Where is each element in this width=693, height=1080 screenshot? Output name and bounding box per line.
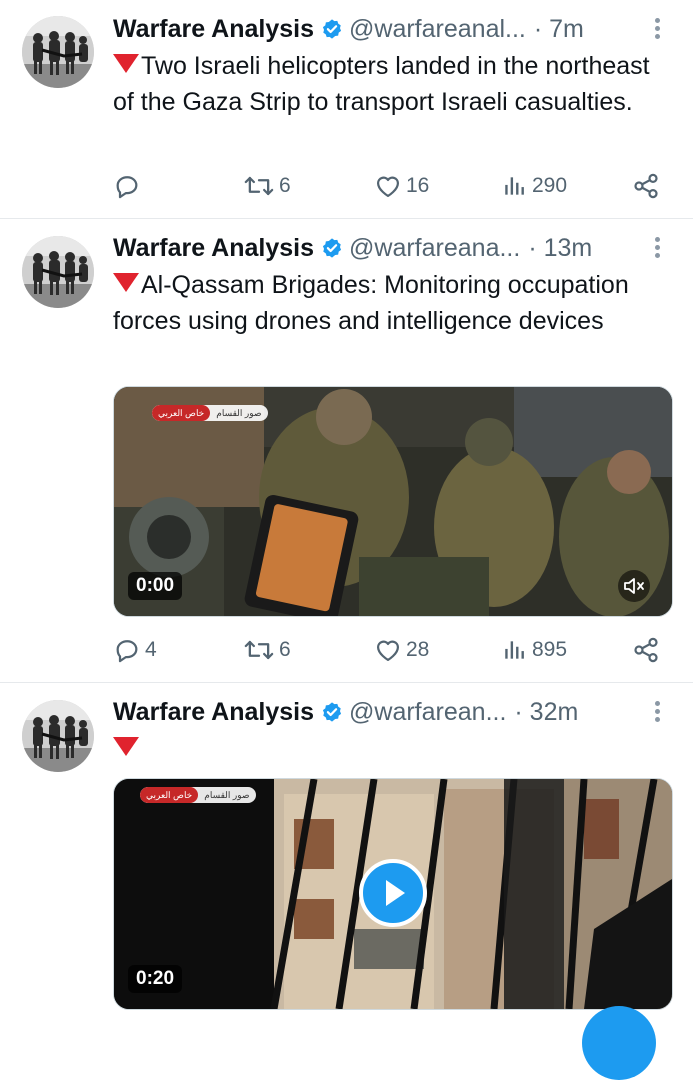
red-triangle-emoji: [113, 737, 139, 756]
author-name[interactable]: Warfare Analysis: [113, 15, 314, 44]
views-button[interactable]: 895: [502, 635, 567, 665]
watermark-text: صور القسام: [216, 407, 262, 418]
verified-badge-icon: [321, 18, 343, 40]
author-name[interactable]: Warfare Analysis: [113, 698, 314, 727]
tweet-text: [113, 731, 663, 767]
video-duration: 0:20: [128, 965, 183, 993]
tweet-text: Two Israeli helicopters landed in the no…: [113, 48, 663, 120]
views-count: 895: [532, 638, 568, 661]
muted-speaker-icon: [624, 578, 644, 594]
avatar[interactable]: [22, 16, 94, 88]
action-bar: 4 6 28 895: [113, 635, 673, 665]
mute-button[interactable]: [618, 570, 650, 602]
share-button[interactable]: [632, 635, 660, 665]
like-button[interactable]: 28: [374, 635, 429, 665]
play-icon: [386, 880, 405, 906]
retweet-icon: [243, 636, 275, 664]
video-duration: 0:00: [128, 572, 183, 600]
watermark: خاص العربي صور القسام: [152, 405, 268, 421]
heart-icon: [374, 172, 402, 200]
video-player[interactable]: خاص العربي صور القسام 0:00: [113, 386, 673, 617]
action-bar: 6 16 290: [113, 171, 673, 201]
timestamp[interactable]: · 7m: [534, 15, 584, 44]
reply-icon: [113, 636, 141, 664]
red-triangle-emoji: [113, 54, 139, 73]
video-thumbnail: [114, 387, 672, 616]
tweet-header: Warfare Analysis @warfareanal... · 7m: [113, 12, 669, 46]
tweet-2[interactable]: Warfare Analysis @warfareana... · 13m Al…: [0, 219, 693, 682]
views-icon: [502, 636, 528, 664]
tweet-1[interactable]: Warfare Analysis @warfareanal... · 7m Tw…: [0, 0, 693, 218]
watermark-text: صور القسام: [204, 789, 250, 800]
play-button[interactable]: [359, 859, 427, 927]
more-icon[interactable]: [645, 235, 669, 261]
reply-count: 4: [145, 638, 157, 661]
reply-button[interactable]: 4: [113, 635, 157, 665]
reply-icon: [113, 172, 141, 200]
timestamp[interactable]: · 32m: [514, 698, 578, 727]
video-player[interactable]: خاص العربي صور القسام 0:20: [113, 778, 673, 1010]
verified-badge-icon: [321, 701, 343, 723]
timestamp[interactable]: · 13m: [528, 234, 592, 263]
avatar[interactable]: [22, 700, 94, 772]
retweet-count: 6: [279, 638, 291, 661]
share-icon: [632, 636, 660, 664]
like-count: 28: [406, 638, 430, 661]
author-name[interactable]: Warfare Analysis: [113, 234, 314, 263]
avatar[interactable]: [22, 236, 94, 308]
tweet-body: Al-Qassam Brigades: Monitoring occupatio…: [113, 271, 629, 335]
verified-badge-icon: [321, 237, 343, 259]
watermark-tag: خاص العربي: [152, 405, 211, 421]
author-handle[interactable]: @warfarean...: [349, 698, 506, 727]
tweet-body: Two Israeli helicopters landed in the no…: [113, 52, 650, 116]
more-icon[interactable]: [645, 699, 669, 725]
watermark-tag: خاص العربي: [140, 787, 199, 803]
author-handle[interactable]: @warfareana...: [349, 234, 520, 263]
tweet-header: Warfare Analysis @warfarean... · 32m: [113, 695, 669, 729]
tweet-header: Warfare Analysis @warfareana... · 13m: [113, 231, 669, 265]
more-icon[interactable]: [645, 16, 669, 42]
compose-button[interactable]: [582, 1006, 656, 1080]
author-handle[interactable]: @warfareanal...: [349, 15, 526, 44]
views-count: 290: [532, 174, 568, 197]
heart-icon: [374, 636, 402, 664]
retweet-button[interactable]: 6: [243, 171, 291, 201]
views-button[interactable]: 290: [502, 171, 567, 201]
like-button[interactable]: 16: [374, 171, 429, 201]
share-icon: [632, 172, 660, 200]
retweet-count: 6: [279, 174, 291, 197]
reply-button[interactable]: [113, 171, 145, 201]
retweet-button[interactable]: 6: [243, 635, 291, 665]
watermark: خاص العربي صور القسام: [140, 787, 256, 803]
tweet-text: Al-Qassam Brigades: Monitoring occupatio…: [113, 267, 663, 339]
views-icon: [502, 172, 528, 200]
like-count: 16: [406, 174, 430, 197]
tweet-3[interactable]: Warfare Analysis @warfarean... · 32m خاص…: [0, 683, 693, 1024]
red-triangle-emoji: [113, 273, 139, 292]
share-button[interactable]: [632, 171, 660, 201]
retweet-icon: [243, 172, 275, 200]
